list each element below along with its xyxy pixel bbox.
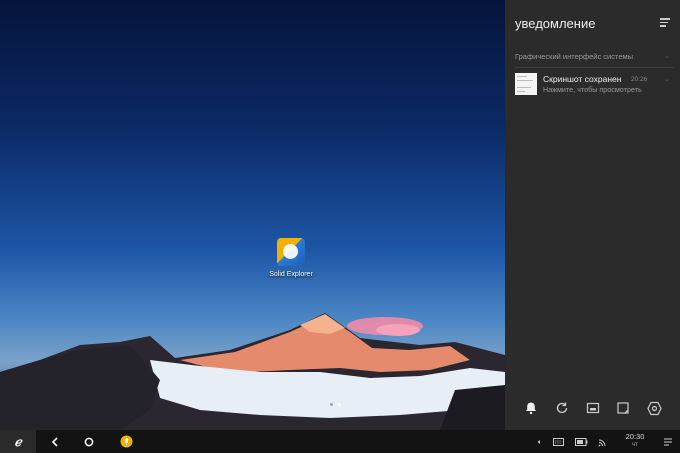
notification-title: Скриншот сохранен	[543, 74, 622, 84]
back-icon[interactable]	[46, 430, 64, 453]
clock-time: 20:30	[625, 432, 645, 441]
chevron-down-icon[interactable]: ⌄	[664, 75, 670, 83]
notifications-icon[interactable]	[661, 430, 675, 453]
cast-icon[interactable]	[596, 430, 610, 453]
taskbar: ℯ 20:30 чт	[0, 430, 680, 453]
clear-all-icon[interactable]	[660, 18, 670, 29]
panel-title: уведомление	[515, 16, 596, 31]
notification-group-label: Графический интерфейс системы	[515, 52, 634, 61]
chevron-down-icon[interactable]: ⌄	[664, 52, 670, 60]
settings-icon[interactable]	[644, 398, 664, 418]
keyboard-icon[interactable]	[551, 430, 565, 453]
quick-settings-bar	[505, 398, 680, 422]
home-icon[interactable]	[80, 430, 98, 453]
bell-icon[interactable]	[521, 398, 541, 418]
rotate-icon[interactable]	[552, 398, 572, 418]
solid-explorer-icon	[277, 238, 305, 266]
divider	[515, 67, 674, 68]
window-icon[interactable]	[613, 398, 633, 418]
pinned-app-icon[interactable]	[117, 430, 135, 453]
notification-panel: уведомление Графический интерфейс систем…	[505, 0, 680, 430]
notification-time: 20:26	[631, 76, 648, 83]
solid-explorer-app[interactable]: Solid Explorer	[268, 238, 314, 278]
app-label: Solid Explorer	[269, 271, 313, 278]
mountain-scene	[0, 313, 505, 430]
clock-day: чт	[632, 442, 638, 448]
chevron-left-icon[interactable]	[534, 430, 544, 453]
display-icon[interactable]	[583, 398, 603, 418]
notification-item[interactable]: Скриншот сохранен 20:26 Нажмите, чтобы п…	[515, 73, 674, 97]
start-button[interactable]: ℯ	[0, 430, 36, 453]
system-clock[interactable]: 20:30 чт	[618, 432, 652, 450]
desktop-wallpaper: Solid Explorer	[0, 0, 505, 430]
screenshot-thumbnail	[515, 73, 537, 95]
battery-icon	[573, 430, 589, 453]
notification-subtitle: Нажмите, чтобы просмотреть	[543, 85, 642, 94]
page-indicator	[330, 403, 341, 406]
